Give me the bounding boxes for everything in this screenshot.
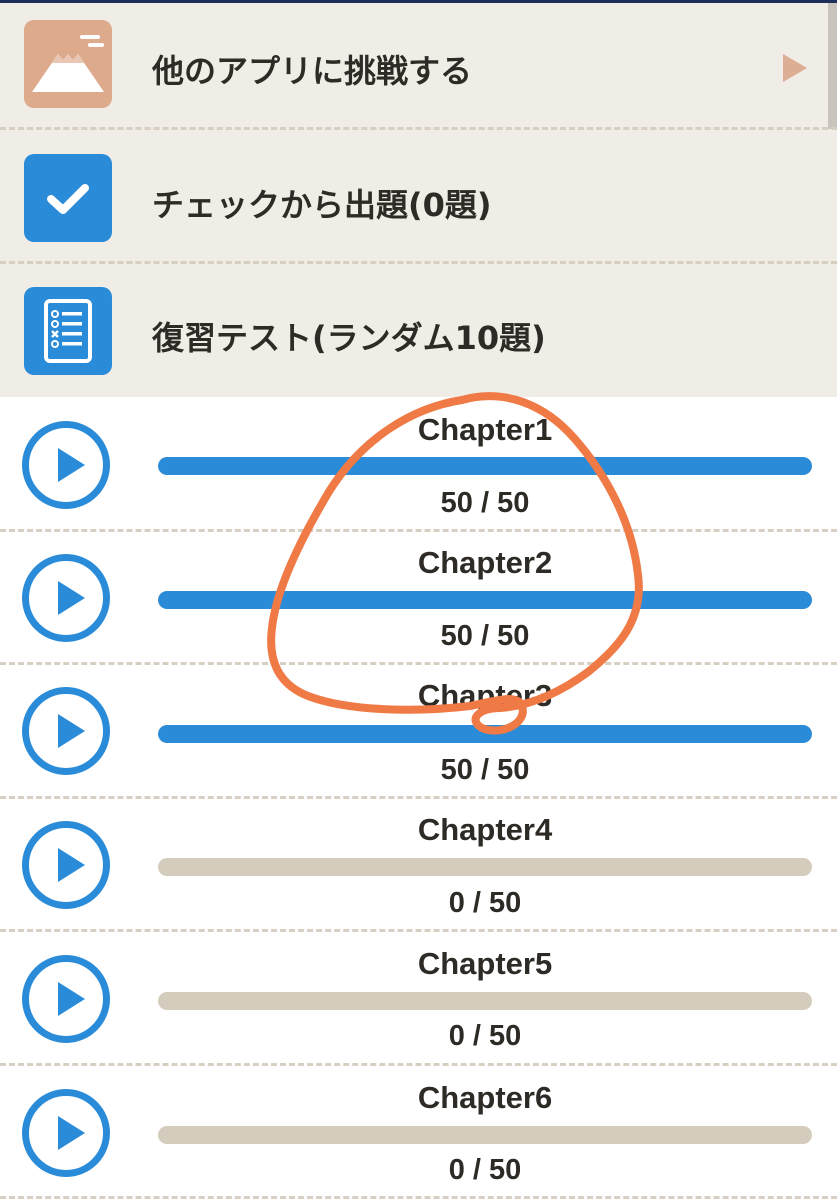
- play-button[interactable]: [22, 421, 110, 509]
- chapter-score: 0 / 50: [448, 1154, 522, 1186]
- divider: [0, 1196, 837, 1199]
- other-apps-label: 他のアプリに挑戦する: [152, 52, 473, 90]
- chapter-row[interactable]: Chapter3 50 / 50: [0, 664, 837, 797]
- chapter-row[interactable]: Chapter6 0 / 50: [0, 1065, 837, 1198]
- play-button[interactable]: [22, 554, 110, 642]
- chapter-row[interactable]: Chapter2 50 / 50: [0, 531, 837, 664]
- chapter-title: Chapter3: [417, 678, 553, 713]
- play-icon: [58, 1116, 85, 1150]
- play-icon: [58, 714, 85, 748]
- play-button[interactable]: [22, 955, 110, 1043]
- chevron-right-icon: [783, 54, 807, 82]
- other-apps-button[interactable]: 他のアプリに挑戦する: [0, 3, 837, 134]
- mountain-icon: [24, 20, 112, 108]
- progress-bar: [158, 1126, 812, 1144]
- progress-bar: [158, 858, 812, 876]
- chapter-row[interactable]: Chapter5 0 / 50: [0, 931, 837, 1064]
- play-icon: [58, 848, 85, 882]
- check-questions-button[interactable]: チェックから出題(0題): [0, 130, 837, 261]
- play-icon: [58, 448, 85, 482]
- chapter-title: Chapter6: [417, 1080, 553, 1115]
- progress-bar: [158, 725, 812, 743]
- play-button[interactable]: [22, 821, 110, 909]
- progress-fill: [158, 457, 812, 475]
- chapter-row[interactable]: Chapter4 0 / 50: [0, 798, 837, 931]
- chapter-score: 50 / 50: [440, 620, 530, 652]
- play-button[interactable]: [22, 1089, 110, 1177]
- chapter-row[interactable]: Chapter1 50 / 50: [0, 397, 837, 530]
- play-icon: [58, 581, 85, 615]
- chapter-score: 50 / 50: [440, 754, 530, 786]
- chapter-title: Chapter5: [417, 946, 553, 981]
- checkmark-icon: [24, 154, 112, 242]
- progress-bar: [158, 457, 812, 475]
- progress-bar: [158, 591, 812, 609]
- chapter-score: 50 / 50: [440, 487, 530, 519]
- scrollbar[interactable]: [828, 3, 837, 129]
- progress-fill: [158, 725, 812, 743]
- checklist-icon: [24, 287, 112, 375]
- progress-fill: [158, 591, 812, 609]
- chapter-title: Chapter1: [417, 412, 553, 447]
- chapter-title: Chapter4: [417, 812, 553, 847]
- play-icon: [58, 982, 85, 1016]
- play-button[interactable]: [22, 687, 110, 775]
- chapter-title: Chapter2: [417, 545, 553, 580]
- review-test-button[interactable]: 復習テスト(ランダム10題): [0, 264, 837, 395]
- check-questions-label: チェックから出題(0題): [152, 186, 492, 224]
- chapter-score: 0 / 50: [448, 1020, 522, 1052]
- review-test-label: 復習テスト(ランダム10題): [152, 319, 546, 357]
- progress-bar: [158, 992, 812, 1010]
- chapter-score: 0 / 50: [448, 887, 522, 919]
